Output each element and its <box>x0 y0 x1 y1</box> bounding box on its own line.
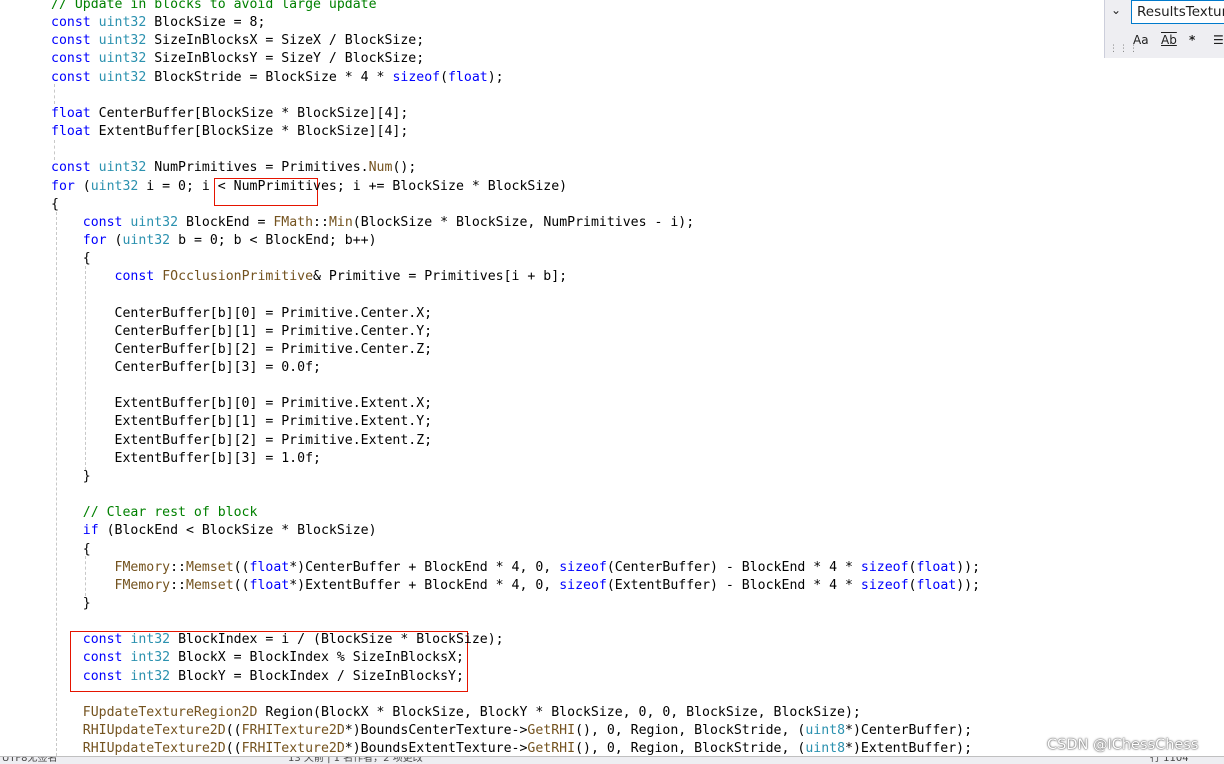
code-line[interactable]: { <box>51 250 91 268</box>
code-line[interactable]: for (uint32 b = 0; b < BlockEnd; b++) <box>51 232 377 250</box>
regex-icon[interactable]: * <box>1189 33 1195 47</box>
find-widget: ⌄ ResultsTextur Aa Ab * ☰ ⋮⋮⋮ <box>1104 0 1224 58</box>
code-line[interactable]: // Update in blocks to avoid large updat… <box>51 0 377 14</box>
code-line[interactable]: const uint32 BlockSize = 8; <box>51 14 265 32</box>
expand-replace-chevron-icon[interactable]: ⌄ <box>1111 3 1121 17</box>
code-line[interactable]: const uint32 SizeInBlocksY = SizeY / Blo… <box>51 50 424 68</box>
code-line[interactable]: FMemory::Memset((float*)ExtentBuffer + B… <box>51 577 981 595</box>
code-line[interactable]: CenterBuffer[b][3] = 0.0f; <box>51 359 321 377</box>
code-line[interactable]: ExtentBuffer[b][2] = Primitive.Extent.Z; <box>51 432 433 450</box>
code-line[interactable]: for (uint32 i = 0; i < NumPrimitives; i … <box>51 178 567 196</box>
code-line[interactable]: CenterBuffer[b][1] = Primitive.Center.Y; <box>51 323 433 341</box>
find-search-input[interactable]: ResultsTextur <box>1131 0 1224 24</box>
code-line[interactable]: RHIUpdateTexture2D((FRHITexture2D*)Bound… <box>51 722 972 740</box>
code-line[interactable]: FMemory::Memset((float*)CenterBuffer + B… <box>51 559 981 577</box>
code-line[interactable]: ExtentBuffer[b][1] = Primitive.Extent.Y; <box>51 413 433 431</box>
code-line[interactable]: } <box>51 468 91 486</box>
code-line[interactable]: ExtentBuffer[b][0] = Primitive.Extent.X; <box>51 395 433 413</box>
code-line[interactable]: } <box>51 595 91 613</box>
code-line[interactable]: float CenterBuffer[BlockSize * BlockSize… <box>51 105 408 123</box>
match-whole-word-icon[interactable]: Ab <box>1161 33 1177 47</box>
code-line[interactable]: const int32 BlockIndex = i / (BlockSize … <box>51 631 504 649</box>
code-line[interactable]: const uint32 BlockStride = BlockSize * 4… <box>51 69 504 87</box>
code-line[interactable]: const uint32 BlockEnd = FMath::Min(Block… <box>51 214 694 232</box>
code-line[interactable]: float ExtentBuffer[BlockSize * BlockSize… <box>51 123 408 141</box>
code-line[interactable]: ExtentBuffer[b][3] = 1.0f; <box>51 450 321 468</box>
indent-guide <box>54 84 55 104</box>
code-line[interactable]: const FOcclusionPrimitive& Primitive = P… <box>51 268 568 286</box>
code-line[interactable]: const int32 BlockY = BlockIndex / SizeIn… <box>51 668 464 686</box>
code-line[interactable]: const int32 BlockX = BlockIndex % SizeIn… <box>51 649 464 667</box>
code-line[interactable]: if (BlockEnd < BlockSize * BlockSize) <box>51 522 377 540</box>
code-line[interactable]: const uint32 NumPrimitives = Primitives.… <box>51 159 416 177</box>
scope-icon[interactable]: ☰ <box>1213 33 1224 47</box>
code-line[interactable]: const uint32 SizeInBlocksX = SizeX / Blo… <box>51 32 424 50</box>
code-line[interactable]: // Clear rest of block <box>51 504 258 522</box>
code-line[interactable]: RHIUpdateTexture2D((FRHITexture2D*)Bound… <box>51 740 972 756</box>
code-line[interactable]: { <box>51 541 91 559</box>
code-editor[interactable]: // Update in blocks to avoid large updat… <box>0 0 1224 756</box>
code-line[interactable]: CenterBuffer[b][2] = Primitive.Center.Z; <box>51 341 433 359</box>
watermark: CSDN @IChessChess <box>1047 737 1199 753</box>
resize-grip-icon[interactable]: ⋮⋮⋮ <box>1109 44 1139 54</box>
code-line[interactable]: FUpdateTextureRegion2D Region(BlockX * B… <box>51 704 861 722</box>
code-line[interactable]: CenterBuffer[b][0] = Primitive.Center.X; <box>51 305 433 323</box>
indent-guide <box>54 140 55 160</box>
code-line[interactable]: { <box>51 196 59 214</box>
